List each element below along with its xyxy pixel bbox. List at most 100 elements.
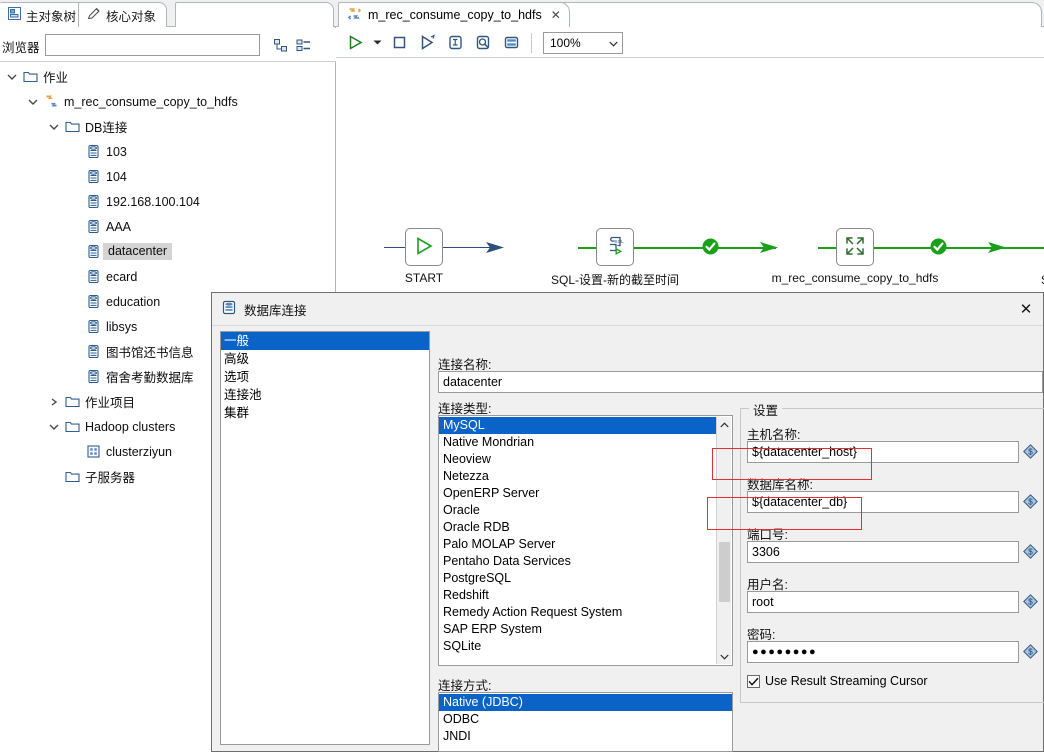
connection-type-scrollbar[interactable]	[716, 417, 731, 664]
connection-name-field[interactable]: datacenter	[438, 371, 1043, 393]
database-icon	[83, 293, 103, 311]
grid-button[interactable]	[498, 31, 524, 55]
connection-type-item[interactable]: Native Mondrian	[439, 434, 716, 451]
chevron-down-icon[interactable]	[4, 69, 20, 85]
access-method-item[interactable]: Native (JDBC)	[439, 694, 732, 711]
tree-item[interactable]: datacenter	[0, 239, 336, 264]
job-entry-transformation[interactable]	[836, 228, 874, 266]
close-icon[interactable]: ✕	[551, 8, 561, 22]
search-input[interactable]	[46, 35, 259, 55]
dialog-category-item[interactable]: 连接池	[221, 386, 429, 404]
tree-item-label: 192.168.100.104	[106, 194, 200, 209]
dialog-category-item[interactable]: 高级	[221, 350, 429, 368]
tree-item[interactable]: 192.168.100.104	[0, 189, 336, 214]
variable-diamond-icon[interactable]: $	[1023, 594, 1038, 609]
tab-main-object-tree[interactable]: 主对象树	[0, 2, 88, 27]
zoom-select[interactable]: 100%	[543, 31, 623, 54]
tree-item[interactable]: 103	[0, 139, 336, 164]
connection-type-item[interactable]: Remedy Action Request System	[439, 604, 716, 621]
folder-icon	[20, 68, 40, 86]
dialog-category-item[interactable]: 集群	[221, 404, 429, 422]
tree-item[interactable]: 104	[0, 164, 336, 189]
connection-type-item[interactable]: SQLite	[439, 638, 716, 655]
connection-type-item[interactable]: Redshift	[439, 587, 716, 604]
connection-type-item[interactable]: Pentaho Data Services	[439, 553, 716, 570]
port-field[interactable]: 3306	[747, 541, 1019, 563]
streaming-cursor-checkbox-row[interactable]: Use Result Streaming Cursor	[747, 674, 928, 688]
chevron-right-icon[interactable]	[46, 394, 62, 410]
job-entry-sql-set[interactable]: SQL	[596, 228, 634, 266]
expand-all-icon[interactable]	[294, 35, 314, 55]
check-icon-1	[702, 238, 719, 258]
connection-type-listbox[interactable]: MySQL Native Mondrian Neoview Netezza OpenER…	[438, 415, 733, 666]
dialog-category-item[interactable]: 选项	[221, 368, 429, 386]
connection-type-item[interactable]: PostgreSQL	[439, 570, 716, 587]
tree-item[interactable]: AAA	[0, 214, 336, 239]
password-field[interactable]: ●●●●●●●●	[747, 641, 1019, 663]
stop-button[interactable]	[386, 31, 412, 55]
hop-start-to-sql[interactable]	[384, 247, 502, 248]
sql-button[interactable]	[470, 31, 496, 55]
tab-label: 核心对象	[106, 9, 157, 24]
tree-item[interactable]: DB连接	[0, 114, 336, 139]
database-field[interactable]: ${datacenter_db}	[747, 491, 1019, 513]
tree-item[interactable]: m_rec_consume_copy_to_hdfs	[0, 89, 336, 114]
variable-diamond-icon[interactable]: $	[1023, 644, 1038, 659]
access-method-listbox[interactable]: Native (JDBC) ODBC JNDI	[438, 692, 733, 752]
scroll-down-icon[interactable]	[717, 649, 732, 664]
folder-icon	[62, 468, 82, 486]
database-icon	[83, 343, 103, 361]
dialog-close-icon[interactable]: ✕	[1015, 299, 1037, 319]
chevron-down-icon[interactable]	[25, 94, 41, 110]
preview-button[interactable]	[414, 31, 440, 55]
variable-diamond-icon[interactable]: $	[1023, 494, 1038, 509]
tree-item-label: Hadoop clusters	[85, 419, 176, 434]
dialog-title: 数据库连接	[244, 303, 307, 318]
connection-type-item[interactable]: MySQL	[439, 417, 716, 434]
explorer-tabstrip: 主对象树 核心对象	[0, 0, 336, 27]
tree-view-icon	[8, 7, 21, 23]
chevron-down-icon[interactable]	[46, 419, 62, 435]
debug-button[interactable]	[442, 31, 468, 55]
connection-type-item[interactable]: SAP ERP System	[439, 621, 716, 638]
variable-diamond-icon[interactable]: $	[1023, 444, 1038, 459]
editor-tab-job[interactable]: m_rec_consume_copy_to_hdfs ✕	[338, 2, 570, 27]
variable-diamond-icon[interactable]: $	[1023, 544, 1038, 559]
collapse-all-icon[interactable]	[271, 35, 291, 55]
scrollbar-thumb[interactable]	[719, 542, 730, 602]
scroll-up-icon[interactable]	[717, 417, 732, 432]
run-button[interactable]	[342, 31, 368, 55]
tab-core-objects[interactable]: 核心对象	[78, 2, 168, 27]
job-entry-start[interactable]	[405, 228, 443, 266]
tree-item[interactable]: 作业	[0, 64, 336, 89]
tree-item[interactable]: ecard	[0, 264, 336, 289]
zoom-value: 100%	[550, 35, 581, 50]
connection-type-item[interactable]: Palo MOLAP Server	[439, 536, 716, 553]
streaming-cursor-checkbox[interactable]	[747, 674, 760, 688]
username-field[interactable]: root	[747, 591, 1019, 613]
cluster-icon	[83, 443, 103, 461]
connection-name-value: datacenter	[443, 375, 503, 389]
host-field-value: ${datacenter_host}	[752, 445, 857, 459]
database-icon	[83, 368, 103, 386]
dialog-titlebar: 数据库连接	[212, 293, 1043, 326]
dialog-category-list[interactable]: 一般 高级 选项 连接池 集群	[220, 331, 430, 745]
connection-type-item[interactable]: Oracle RDB	[439, 519, 716, 536]
connection-type-item[interactable]: Oracle	[439, 502, 716, 519]
chevron-down-icon[interactable]	[46, 119, 62, 135]
database-icon	[83, 318, 103, 336]
tree-item-label: 宿舍考勤数据库	[106, 371, 194, 385]
dialog-category-item[interactable]: 一般	[221, 332, 429, 350]
connection-type-item[interactable]: OpenERP Server	[439, 485, 716, 502]
tabstrip-filler	[175, 2, 334, 27]
username-field-value: root	[752, 595, 774, 609]
search-input-box[interactable]	[45, 34, 260, 56]
editor-tabstrip-filler	[556, 2, 1042, 27]
access-method-item[interactable]: JNDI	[439, 728, 732, 745]
access-method-item[interactable]: ODBC	[439, 711, 732, 728]
connection-type-item[interactable]: Neoview	[439, 451, 716, 468]
check-icon-2	[930, 238, 947, 258]
connection-type-item[interactable]: Netezza	[439, 468, 716, 485]
run-dropdown-button[interactable]	[370, 31, 384, 55]
host-field[interactable]: ${datacenter_host}	[747, 441, 1019, 463]
